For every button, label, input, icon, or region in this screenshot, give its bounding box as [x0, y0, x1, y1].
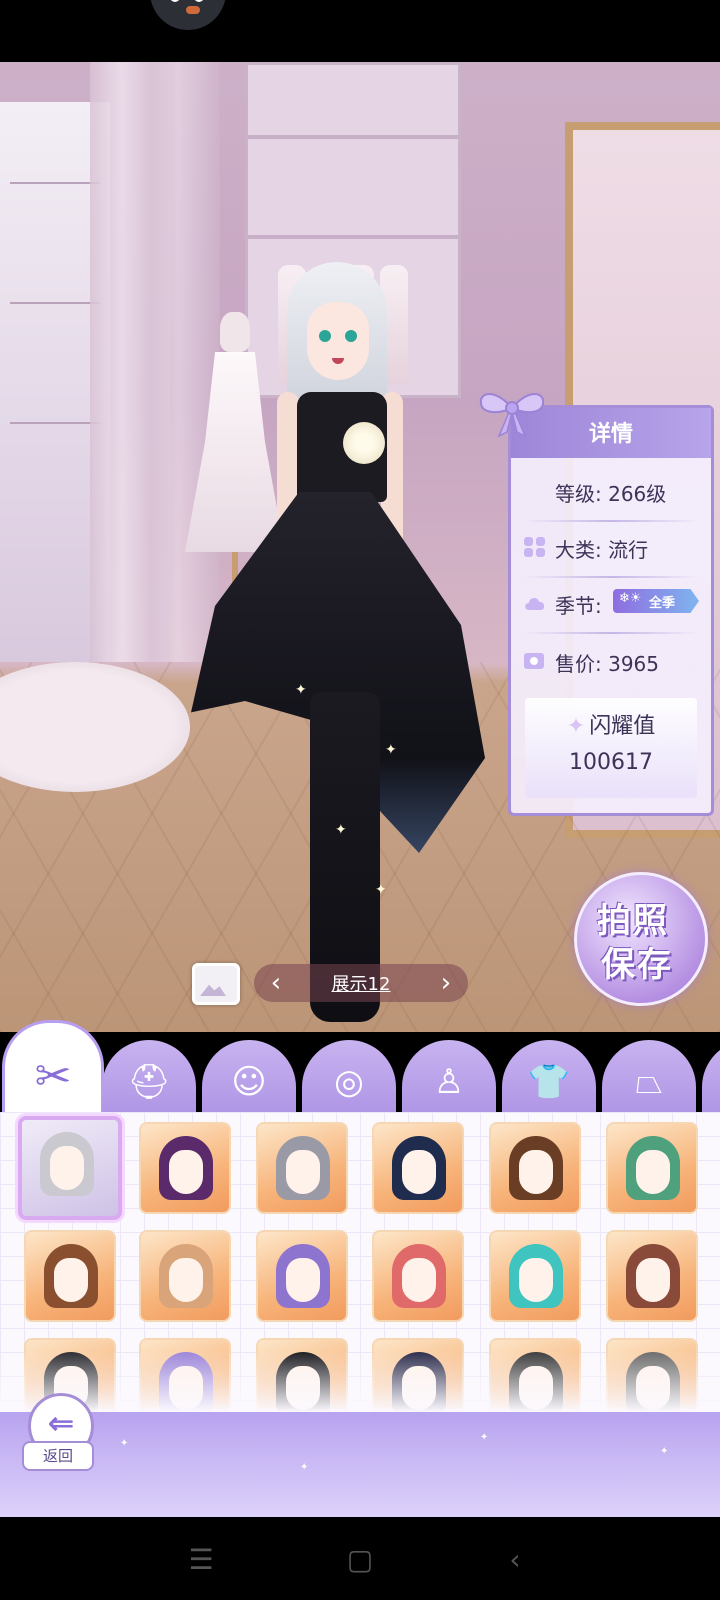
season-row: 季节: ❄☀ 全季	[521, 578, 699, 630]
sparkle-icon: ✦	[335, 822, 347, 838]
character-model[interactable]: ✦ ✦ ✦ ✦	[185, 262, 505, 1032]
system-back-button[interactable]: ‹	[500, 1545, 530, 1575]
face-icon: ☺	[231, 1062, 267, 1102]
hair-item-card[interactable]	[606, 1122, 698, 1214]
scissors-icon: ✂	[34, 1051, 72, 1102]
face-silhouette	[402, 1258, 436, 1302]
divider	[523, 632, 699, 634]
season-badge-icon: ❄☀	[619, 591, 642, 606]
details-panel: 详情 等级: 266级 大类: 流行 季节: ❄☀ 全季 售价: 3965 ✦ …	[479, 393, 714, 816]
grid-fade	[0, 1350, 720, 1412]
tab-more[interactable]	[702, 1040, 720, 1112]
system-nav-bar: ☰ ▢ ‹	[0, 1517, 720, 1600]
price-tag-icon	[524, 653, 544, 669]
face-silhouette	[636, 1258, 670, 1302]
tab-earrings[interactable]: ◎	[302, 1040, 396, 1112]
gallery-icon[interactable]	[192, 963, 240, 1005]
photo-save-line2: 保存	[601, 945, 673, 985]
status-bar	[0, 0, 720, 62]
back-label: 返回	[22, 1441, 94, 1471]
price-row: 售价: 3965	[521, 636, 699, 688]
season-badge-text: 全季	[649, 596, 676, 611]
hair-item-card[interactable]	[139, 1230, 231, 1322]
hair-item-card[interactable]	[489, 1230, 581, 1322]
category-row: 大类: 流行	[521, 522, 699, 574]
face-silhouette	[286, 1150, 320, 1194]
hat-icon: ⛑	[127, 1062, 171, 1102]
face-silhouette	[169, 1258, 203, 1302]
home-button[interactable]: ▢	[345, 1545, 375, 1575]
face-silhouette	[169, 1150, 203, 1194]
shine-label: ✦ 闪耀值	[525, 708, 697, 740]
photo-save-button[interactable]: 拍照 保存	[574, 872, 708, 1006]
shine-value: 100617	[569, 750, 653, 775]
hair-item-card[interactable]	[489, 1122, 581, 1214]
back-button[interactable]: ⇐ 返回	[22, 1393, 94, 1471]
price-text: 售价: 3965	[555, 652, 659, 676]
category-tabs: ✂ ⛑ ☺ ◎ ♙ 👕 ⏢	[0, 1020, 720, 1112]
hair-item-card[interactable]	[18, 1116, 122, 1220]
sparkle-icon: ✦	[375, 882, 387, 898]
bottom-band: ✦ ✦ ✦ ✦	[0, 1412, 720, 1517]
hair-item-card[interactable]	[256, 1122, 348, 1214]
tab-dress[interactable]: ♙	[402, 1040, 496, 1112]
next-display-button[interactable]: ›	[430, 966, 462, 1000]
tab-hat[interactable]: ⛑	[102, 1040, 196, 1112]
face-silhouette	[402, 1150, 436, 1194]
face-silhouette	[636, 1150, 670, 1194]
face-silhouette	[519, 1258, 553, 1302]
sparkle-icon: ✦	[295, 682, 307, 698]
recent-apps-button[interactable]: ☰	[186, 1545, 216, 1575]
earrings-icon: ◎	[334, 1062, 364, 1102]
category-text: 大类: 流行	[555, 538, 649, 562]
shine-label-text: 闪耀值	[589, 714, 656, 739]
sparkle-icon: ✦	[385, 742, 397, 758]
level-row: 等级: 266级	[521, 466, 699, 518]
face-silhouette	[50, 1146, 84, 1190]
display-label[interactable]: 展示12	[300, 970, 422, 996]
mascot-icon	[150, 0, 226, 30]
cloud-icon	[525, 597, 545, 610]
hair-item-card[interactable]	[24, 1230, 116, 1322]
season-badge: ❄☀ 全季	[613, 589, 699, 613]
face-silhouette	[519, 1150, 553, 1194]
hair-item-card[interactable]	[139, 1122, 231, 1214]
shirt-icon: 👕	[527, 1062, 571, 1102]
display-pager: ‹ 展示12 ›	[254, 964, 468, 1002]
dress-icon: ♙	[433, 1062, 465, 1102]
season-text: 季节:	[555, 594, 602, 618]
face-silhouette	[54, 1258, 88, 1302]
skirt-icon: ⏢	[635, 1062, 663, 1102]
tab-hair[interactable]: ✂	[2, 1020, 104, 1112]
sparkle-icon: ✦	[566, 714, 586, 739]
hair-item-card[interactable]	[372, 1230, 464, 1322]
level-text: 等级: 266级	[555, 482, 667, 506]
category-grid-icon	[524, 537, 545, 557]
tab-skirt[interactable]: ⏢	[602, 1040, 696, 1112]
tab-face[interactable]: ☺	[202, 1040, 296, 1112]
face-silhouette	[286, 1258, 320, 1302]
flower-corsage	[343, 422, 385, 464]
ribbon-bow-icon	[479, 393, 545, 438]
character-face	[307, 302, 369, 380]
prev-display-button[interactable]: ‹	[260, 966, 292, 1000]
tab-top[interactable]: 👕	[502, 1040, 596, 1112]
shine-box: ✦ 闪耀值 100617	[525, 698, 697, 798]
hair-item-card[interactable]	[372, 1122, 464, 1214]
hair-item-card[interactable]	[256, 1230, 348, 1322]
hair-item-card[interactable]	[606, 1230, 698, 1322]
photo-save-line1: 拍照	[597, 901, 669, 941]
